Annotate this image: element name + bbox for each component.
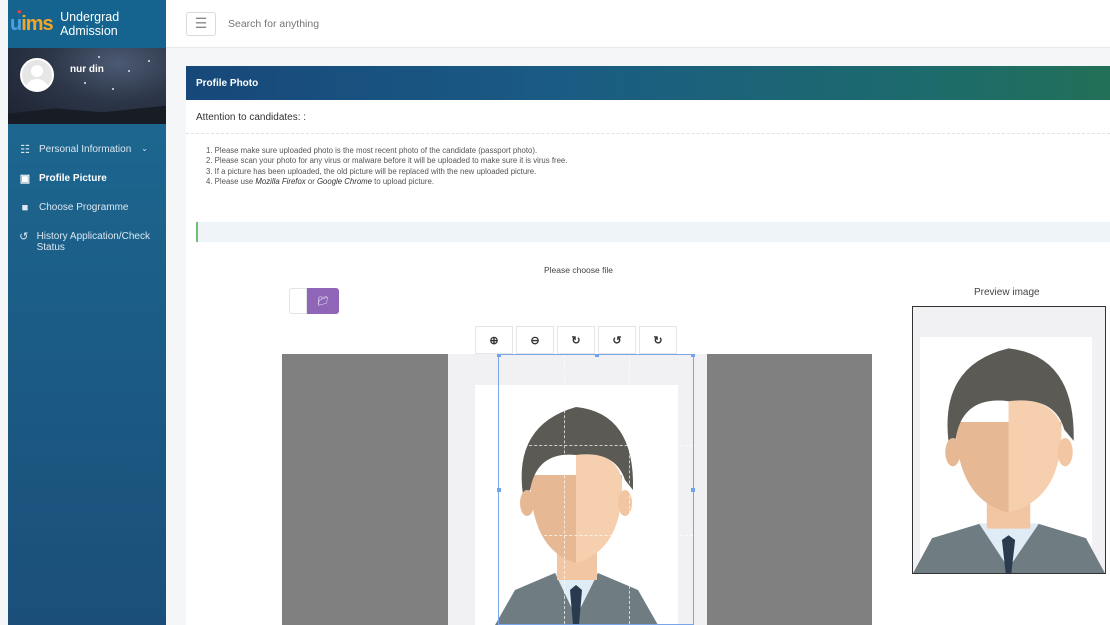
book-icon: ■ bbox=[21, 202, 29, 214]
rotate-right-icon: ↻ bbox=[653, 334, 663, 347]
preview-image bbox=[912, 306, 1106, 574]
sidebar-item-profile-picture[interactable]: ▣ Profile Picture bbox=[8, 167, 166, 196]
crop-handle-top[interactable] bbox=[595, 354, 599, 357]
crop-toolbar: ⊕ ⊖ ↻ ↺ ↻ bbox=[475, 326, 680, 354]
instruction-item: 3. If a picture has been uploaded, the o… bbox=[206, 166, 537, 176]
file-chooser[interactable]: 📁︎ bbox=[289, 288, 339, 314]
zoom-in-button[interactable]: ⊕ bbox=[475, 326, 513, 354]
app-title: Undergrad Admission bbox=[60, 10, 120, 38]
crop-handle-top-left[interactable] bbox=[497, 354, 501, 357]
profile-photo-card: Profile Photo Attention to candidates: :… bbox=[186, 66, 1110, 625]
card-title: Profile Photo bbox=[186, 66, 1110, 100]
image-cropper[interactable] bbox=[282, 354, 872, 625]
folder-icon: 📁︎ bbox=[317, 295, 329, 306]
zoom-out-button[interactable]: ⊖ bbox=[516, 326, 554, 354]
sidebar-item-label: Choose Programme bbox=[39, 202, 129, 213]
preview-label: Preview image bbox=[974, 287, 1040, 298]
menu-toggle-button[interactable]: ☰ bbox=[186, 11, 216, 36]
avatar[interactable] bbox=[20, 58, 54, 92]
rotate-right-button[interactable]: ↻ bbox=[639, 326, 677, 354]
sidebar-item-label: Profile Picture bbox=[39, 173, 107, 184]
sidebar-item-label: History Application/Check Status bbox=[36, 231, 150, 253]
sidebar: ●uuimsims Undergrad Admission nur din ☷ … bbox=[8, 0, 166, 625]
instruction-item: 2. Please scan your photo for any virus … bbox=[206, 156, 568, 166]
sidebar-item-history-application[interactable]: ↺ History Application/Check Status bbox=[8, 225, 166, 259]
crop-handle-right[interactable] bbox=[691, 488, 695, 492]
top-bar: ☰ bbox=[166, 0, 1110, 48]
brand-bar[interactable]: ●uuimsims Undergrad Admission bbox=[8, 0, 166, 48]
sidebar-item-personal-information[interactable]: ☷ Personal Information ⌄ bbox=[8, 138, 166, 167]
rotate-left-button[interactable]: ↺ bbox=[598, 326, 636, 354]
user-panel: nur din bbox=[8, 48, 166, 124]
zoom-out-icon: ⊖ bbox=[530, 334, 540, 347]
search-input[interactable] bbox=[228, 17, 528, 30]
preview-silhouette bbox=[913, 348, 1105, 573]
sidebar-nav: ☷ Personal Information ⌄ ▣ Profile Pictu… bbox=[8, 138, 166, 259]
crop-box[interactable] bbox=[497, 354, 695, 625]
attention-heading: Attention to candidates: : bbox=[186, 100, 1110, 134]
refresh-icon: ↻ bbox=[571, 334, 581, 347]
info-bar bbox=[196, 222, 1110, 242]
hamburger-icon: ☰ bbox=[194, 15, 208, 31]
history-icon: ↺ bbox=[19, 231, 29, 243]
instruction-item: 4. Please use Mozilla Firefox or Google … bbox=[206, 176, 434, 186]
rotate-left-icon: ↺ bbox=[612, 334, 622, 347]
zoom-in-icon: ⊕ bbox=[489, 334, 499, 347]
user-name: nur din bbox=[70, 64, 104, 75]
crop-handle-left[interactable] bbox=[497, 488, 501, 492]
id-card-icon: ☷ bbox=[20, 144, 30, 156]
sidebar-item-label: Personal Information bbox=[39, 144, 132, 155]
crop-handle-top-right[interactable] bbox=[691, 354, 695, 357]
choose-file-label: Please choose file bbox=[544, 265, 613, 275]
file-name-field[interactable] bbox=[289, 288, 307, 314]
camera-icon: ▣ bbox=[19, 173, 31, 185]
browse-file-button[interactable]: 📁︎ bbox=[307, 288, 339, 314]
instructions-list: 1. Please make sure uploaded photo is th… bbox=[186, 134, 1110, 222]
uims-logo[interactable]: ●uuimsims bbox=[10, 7, 56, 36]
instruction-item: 1. Please make sure uploaded photo is th… bbox=[206, 146, 538, 155]
chevron-down-icon: ⌄ bbox=[141, 144, 148, 153]
refresh-button[interactable]: ↻ bbox=[557, 326, 595, 354]
sidebar-item-choose-programme[interactable]: ■ Choose Programme bbox=[8, 196, 166, 225]
